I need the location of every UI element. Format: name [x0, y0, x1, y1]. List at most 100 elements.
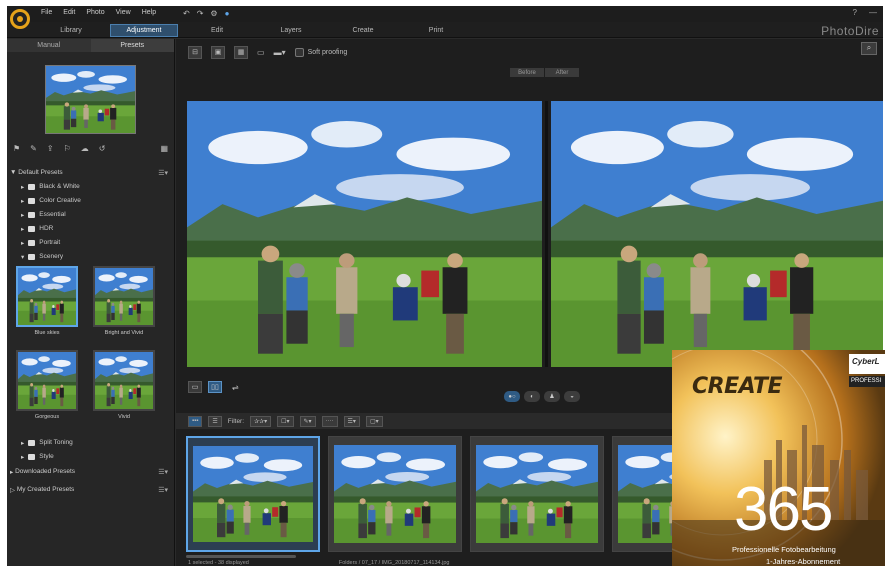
menu-list: File Edit Photo View Help — [41, 9, 156, 16]
compare-on-icon[interactable]: ●○ — [504, 391, 520, 402]
filmstrip-thumb[interactable] — [328, 436, 462, 552]
tree-item-color-creative[interactable]: ▸ Color Creative — [21, 195, 81, 206]
folder-icon — [28, 183, 36, 190]
soft-proofing-toggle[interactable]: Soft proofing — [294, 47, 347, 57]
grid-view-icon[interactable]: ▦ — [160, 144, 168, 153]
filmstrip-thumb[interactable] — [470, 436, 604, 552]
tree-item-split-toning[interactable]: ▸ Split Toning — [21, 437, 73, 448]
flag-filter[interactable]: ☐▾ — [277, 415, 294, 427]
list-icon[interactable]: ☰ — [208, 415, 222, 427]
tree-item-hdr[interactable]: ▸ HDR — [21, 223, 53, 234]
left-panel: Manual Presets ⚑ ✎ ⇪ ⚐ ☁ ↺ ▦ ▼ Default P… — [7, 39, 175, 566]
search-icon[interactable]: ⌕ — [861, 42, 877, 55]
tree-item-style[interactable]: ▸ Style — [21, 451, 54, 462]
downloaded-presets-label: Downloaded Presets — [15, 468, 76, 475]
grid-view-icon[interactable]: ▦ — [234, 45, 248, 59]
single-view-icon[interactable]: ▣ — [211, 45, 225, 59]
tree-item-essential[interactable]: ▸ Essential — [21, 209, 66, 220]
file-path: Folders / 07_17 / IMG_20180717_114134.jp… — [338, 560, 450, 566]
tree-item-portrait[interactable]: ▸ Portrait — [21, 237, 60, 248]
filmstrip-thumb[interactable] — [186, 436, 320, 552]
filmstrip — [186, 436, 746, 554]
default-presets-header[interactable]: ▼ Default Presets ☰▾ — [10, 167, 168, 178]
preset-thumb-image — [16, 350, 78, 411]
tree-item-scenery[interactable]: ▾ Scenery — [21, 251, 63, 262]
preset-thumb[interactable]: Gorgeous — [14, 350, 80, 420]
minimize-button[interactable]: — — [869, 8, 877, 17]
menu-edit[interactable]: Edit — [63, 9, 75, 16]
tab-create[interactable]: Create — [337, 24, 389, 37]
filmstrip-icon[interactable]: ▪▪▪ — [188, 415, 203, 427]
soft-proofing-checkbox[interactable] — [294, 47, 304, 57]
default-presets-label: Default Presets — [18, 169, 63, 176]
menu-icon[interactable]: ☰▾ — [158, 468, 168, 476]
preset-caption: Vivid — [118, 414, 130, 420]
tab-layers[interactable]: Layers — [265, 24, 317, 37]
box-brand-label: CyberL — [849, 354, 885, 374]
menu-photo[interactable]: Photo — [86, 9, 104, 16]
split-icon[interactable]: ▭ — [257, 48, 265, 57]
menu-bar: File Edit Photo View Help ↶ ↷ ⚙ ● ? — — [7, 6, 883, 29]
tab-adjustment[interactable]: Adjustment — [110, 24, 178, 37]
expand-arrow-icon: ▷ — [10, 486, 17, 494]
folder-icon — [28, 197, 36, 204]
display-icon[interactable]: ▬▾ — [274, 48, 286, 57]
half-icon[interactable]: ◐ — [524, 391, 540, 402]
tag-icon[interactable]: ⚐ — [64, 144, 71, 153]
menu-icon[interactable]: ☰▾ — [158, 169, 168, 177]
more-filter[interactable]: ···· — [321, 415, 338, 427]
tree-item-black-white[interactable]: ▸ Black & White — [21, 181, 80, 192]
before-photo[interactable] — [187, 101, 542, 367]
mask-icon[interactable]: ◒ — [564, 391, 580, 402]
my-created-presets-label: My Created Presets — [16, 486, 75, 493]
preset-thumb[interactable]: Vivid — [91, 350, 157, 420]
tab-manual[interactable]: Manual — [7, 39, 91, 52]
my-created-presets-header[interactable]: ▷ My Created Presets ☰▾ — [10, 484, 168, 495]
single-layout-icon[interactable]: ▭ — [188, 381, 202, 393]
filter-label: Filter: — [227, 417, 245, 425]
preset-add-icon[interactable]: ⚑ — [13, 144, 20, 153]
compare-mode-buttons: ●○ ◐ ♟ ◒ — [504, 391, 580, 402]
preset-thumb[interactable]: Bright and Vivid — [91, 266, 157, 336]
preset-thumb-image — [93, 266, 155, 327]
menu-view[interactable]: View — [116, 9, 131, 16]
help-button[interactable]: ? — [853, 8, 857, 17]
box-number: 365 — [734, 475, 833, 544]
update-icon[interactable]: ● — [225, 9, 230, 18]
menu-help[interactable]: Help — [142, 9, 156, 16]
menu-icon[interactable]: ☰▾ — [158, 486, 168, 494]
preset-thumb-image — [16, 266, 78, 327]
reset-icon[interactable]: ↺ — [99, 144, 106, 153]
person-icon[interactable]: ♟ — [544, 391, 560, 402]
tab-print[interactable]: Print — [410, 24, 462, 37]
folder-icon — [28, 439, 36, 446]
menu-file[interactable]: File — [41, 9, 52, 16]
mode-bar: Library Adjustment Edit Layers Create Pr… — [7, 22, 883, 38]
redo-icon[interactable]: ↷ — [197, 9, 204, 18]
downloaded-presets-header[interactable]: ▸ Downloaded Presets ☰▾ — [10, 466, 168, 477]
after-photo[interactable] — [551, 101, 883, 367]
collapse-arrow-icon: ▼ — [10, 169, 19, 176]
share-icon[interactable]: ⇪ — [47, 144, 54, 153]
box-title: CREATE — [692, 374, 783, 399]
side-by-side-icon[interactable]: ▯▯ — [208, 381, 222, 393]
undo-icon[interactable]: ↶ — [183, 9, 190, 18]
view-toolbar: ⊟ ▣ ▦ ▭ ▬▾ Soft proofing — [176, 43, 883, 61]
tab-edit[interactable]: Edit — [193, 24, 241, 37]
compare-view-icon[interactable]: ⊟ — [188, 45, 202, 59]
sort-icon[interactable]: ☰▾ — [343, 415, 360, 427]
swap-icon[interactable]: ⇌ — [232, 383, 239, 392]
rating-filter[interactable]: ✰✰▾ — [250, 415, 272, 427]
folder-icon — [28, 253, 36, 260]
brand-label: PhotoDire — [821, 24, 879, 38]
tab-presets[interactable]: Presets — [90, 39, 174, 52]
tab-library[interactable]: Library — [45, 24, 97, 37]
brush-icon[interactable]: ✎ — [30, 144, 37, 153]
panel-tabs: Manual Presets — [7, 39, 174, 52]
pen-filter[interactable]: ✎▾ — [299, 415, 316, 427]
cloud-icon[interactable]: ☁ — [81, 144, 89, 153]
view-option-icon[interactable]: ▢▾ — [365, 415, 383, 427]
settings-icon[interactable]: ⚙ — [210, 9, 217, 18]
preset-thumb-image — [93, 350, 155, 411]
preset-thumb[interactable]: Blue skies — [14, 266, 80, 336]
